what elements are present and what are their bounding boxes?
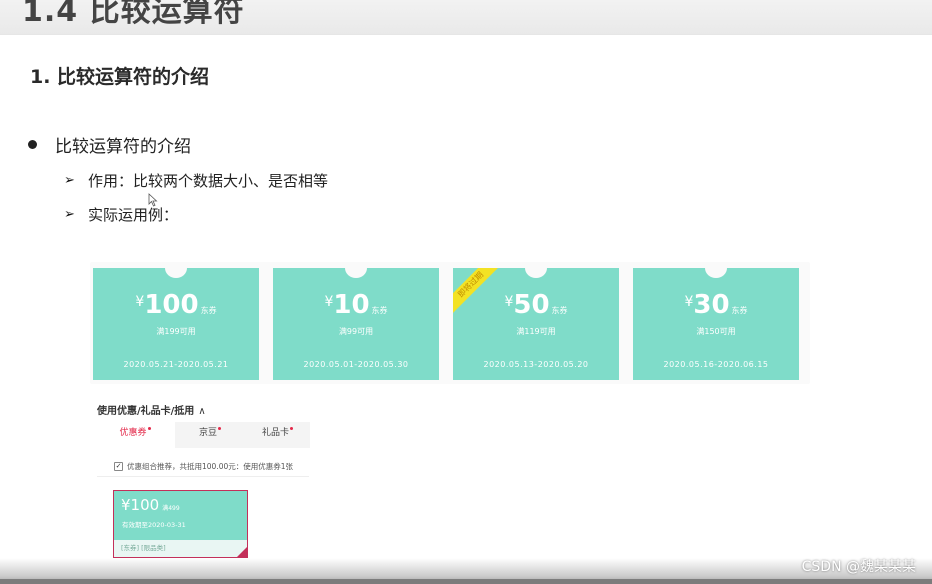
sub-item-text: 实际运用例： [88,206,179,224]
tab-label: 优惠券 [119,428,147,438]
recommend-checkbox[interactable]: ✓ [114,461,123,471]
mouse-cursor-icon [148,193,158,207]
coupon-edge [273,376,439,380]
tab-gift-card[interactable]: 礼品卡 [245,422,310,448]
coupon-card[interactable]: ¥100 东券 满199可用 2020.05.21-2020.05.21 [93,268,259,380]
coupon-edge [453,376,619,380]
coupon-amount-row: ¥10 东券 [273,290,439,320]
sub-item-text: 作用：比较两个数据大小、是否相等 [88,172,329,190]
recommend-row: ✓ 优惠组合推荐，共抵用100.00元：使用优惠券1张 [97,456,309,477]
coupon-amount: 100 [144,290,199,320]
coupon-notch [705,268,727,278]
sub-item-purpose: ➢ 作用：比较两个数据大小、是否相等 [64,170,328,191]
discount-panel-toggle[interactable]: 使用优惠/礼品卡/抵用 ∧ [97,402,206,417]
coupon-card[interactable]: 即将过期 ¥50 东券 满119可用 2020.05.13-2020.05.20 [453,268,619,380]
coupon-amount-row: ¥50 东券 [453,290,619,320]
coupon-card[interactable]: ¥10 东券 满99可用 2020.05.01-2020.05.30 [273,268,439,380]
notification-dot-icon [290,427,293,430]
tab-label: 礼品卡 [261,428,289,438]
coupon-unit: 东券 [731,306,748,315]
selected-coupon[interactable]: ¥100 满499 有效期至2020-03-31 [东券] [限品类] [113,490,248,558]
coupon-amount-row: ¥100 东券 [93,290,259,320]
tab-label: 京豆 [198,428,217,438]
coupon-amount: 30 [693,290,730,320]
coupon-notch [165,268,187,278]
coupon-unit: 东券 [371,306,388,315]
selected-coupon-amount-row: ¥100 满499 [121,496,180,514]
coupon-card[interactable]: ¥30 东券 满150可用 2020.05.16-2020.06.15 [633,268,799,380]
slide-title: 1.4 比较运算符 [22,0,245,29]
discount-tabs: 优惠券 京豆 礼品卡 [95,422,310,448]
coupon-dates: 2020.05.01-2020.05.30 [303,360,409,369]
coupon-unit: 东券 [200,306,217,315]
tab-coupons[interactable]: 优惠券 [95,422,175,448]
section-heading: 1. 比较运算符的介绍 [30,66,210,88]
coupon-currency: ¥ [684,294,694,310]
coupon-currency: ¥ [504,294,514,310]
coupon-edge [633,376,799,380]
coupon-notch [345,268,367,278]
coupon-amount-row: ¥30 东券 [633,290,799,320]
coupon-currency: ¥ [135,294,145,310]
chevron-up-icon: ∧ [198,406,206,417]
notification-dot-icon [147,427,151,430]
coupon-dates: 2020.05.21-2020.05.21 [123,360,229,369]
coupon-notch [525,268,547,278]
recommend-text: 优惠组合推荐，共抵用100.00元：使用优惠券1张 [127,461,294,471]
arrow-icon: ➢ [64,173,75,188]
selected-coupon-footer: [东券] [限品类] [114,540,247,557]
selected-check-icon [236,546,248,558]
selected-coupon-date: 有效期至2020-03-31 [122,521,186,529]
coupon-currency: ¥ [324,294,334,310]
notification-dot-icon [218,427,221,430]
bullet-text: 比较运算符的介绍 [55,137,191,157]
coupon-condition: 满199可用 [156,327,196,336]
watermark: CSDN @魏某某某 [801,559,916,575]
slide-title-bar: 1.4 比较运算符 [0,0,932,35]
coupon-amount: 50 [513,290,550,320]
coupon-condition: 满150可用 [696,327,736,336]
discount-panel-label: 使用优惠/礼品卡/抵用 [97,406,195,417]
bottom-progress-bar [0,579,932,584]
bullet-dot-icon [28,140,37,149]
selected-coupon-condition: 满499 [162,505,180,512]
coupon-dates: 2020.05.13-2020.05.20 [483,360,589,369]
coupon-edge [93,376,259,380]
coupon-dates: 2020.05.16-2020.06.15 [663,360,769,369]
tab-jd-beans[interactable]: 京豆 [175,422,245,448]
coupon-unit: 东券 [551,306,568,315]
bullet-item: 比较运算符的介绍 [28,132,191,157]
coupon-amount: 10 [333,290,370,320]
sub-item-example: ➢ 实际运用例： [64,204,178,225]
arrow-icon: ➢ [64,207,75,222]
coupon-condition: 满99可用 [338,327,374,336]
coupon-condition: 满119可用 [516,327,556,336]
selected-coupon-amount: ¥100 [121,496,160,514]
